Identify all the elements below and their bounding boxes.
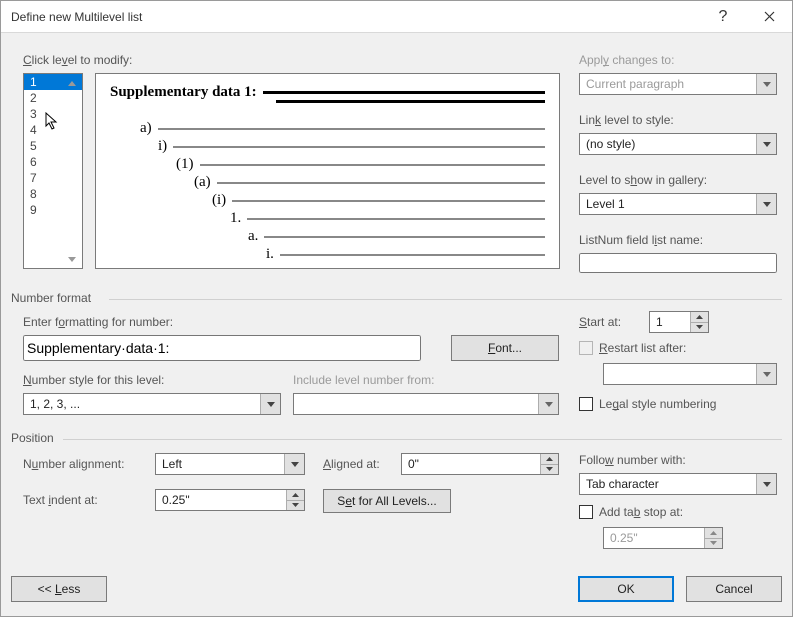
spin-down-icon: [287, 501, 304, 511]
number-align-label: Number alignment:: [23, 457, 124, 471]
follow-combo[interactable]: Tab character: [579, 473, 777, 495]
set-all-levels-button[interactable]: Set for All Levels...: [323, 489, 451, 513]
level-item-6[interactable]: 6: [24, 154, 82, 170]
level-item-9[interactable]: 9: [24, 202, 82, 218]
preview-l3: i): [158, 138, 167, 155]
formatting-input[interactable]: [23, 335, 421, 361]
level-item-2[interactable]: 2: [24, 90, 82, 106]
preview-l8: a.: [248, 228, 258, 245]
close-button[interactable]: [746, 1, 792, 33]
level-item-8[interactable]: 8: [24, 186, 82, 202]
start-at-label: Start at:: [579, 315, 621, 329]
show-gallery-label: Level to show in gallery:: [579, 173, 707, 187]
level-item-3[interactable]: 3: [24, 106, 82, 122]
restart-checkbox: Restart list after:: [579, 341, 686, 355]
chevron-down-icon[interactable]: [284, 454, 304, 474]
preview-l6: (i): [212, 192, 226, 209]
spin-up-icon: [691, 312, 708, 323]
follow-label: Follow number with:: [579, 453, 686, 467]
include-level-combo: [293, 393, 559, 415]
preview-panel: Supplementary data 1: a) i) (1) (a) (i) …: [95, 73, 560, 269]
click-level-label: Click level to modify:: [23, 53, 132, 67]
font-button[interactable]: Font...: [451, 335, 559, 361]
spin-up-icon: [541, 454, 558, 465]
chevron-down-icon[interactable]: [260, 394, 280, 414]
spin-down-icon: [705, 539, 722, 549]
legal-checkbox[interactable]: Legal style numbering: [579, 397, 716, 411]
include-level-label: Include level number from:: [293, 373, 434, 387]
preview-l7: 1.: [230, 210, 241, 227]
preview-l5: (a): [194, 174, 211, 191]
chevron-down-icon: [538, 394, 558, 414]
chevron-down-icon: [756, 74, 776, 94]
checkbox-icon: [579, 397, 593, 411]
aligned-at-label: Aligned at:: [323, 457, 380, 471]
add-tab-spin: 0.25": [603, 527, 723, 549]
chevron-down-icon[interactable]: [756, 194, 776, 214]
restart-combo: [603, 363, 777, 385]
level-item-5[interactable]: 5: [24, 138, 82, 154]
number-align-combo[interactable]: Left: [155, 453, 305, 475]
spin-up-icon: [287, 490, 304, 501]
preview-l1: Supplementary data 1:: [110, 84, 257, 101]
position-section: Position: [11, 431, 54, 445]
link-level-combo[interactable]: (no style): [579, 133, 777, 155]
close-icon: [764, 11, 775, 22]
preview-l4: (1): [176, 156, 194, 173]
spin-down-icon: [541, 465, 558, 475]
listnum-label: ListNum field list name:: [579, 233, 703, 247]
level-item-7[interactable]: 7: [24, 170, 82, 186]
listnum-input[interactable]: [579, 253, 777, 273]
level-listbox[interactable]: 1 2 3 4 5 6 7 8 9: [23, 73, 83, 269]
help-button[interactable]: ?: [700, 1, 746, 33]
scroll-down-icon[interactable]: [63, 251, 81, 267]
aligned-at-spin[interactable]: 0": [401, 453, 559, 475]
start-at-spin[interactable]: 1: [649, 311, 709, 333]
dialog: Define new Multilevel list ? Click level…: [0, 0, 793, 617]
link-level-label: Link level to style:: [579, 113, 674, 127]
level-item-4[interactable]: 4: [24, 122, 82, 138]
text-indent-spin[interactable]: 0.25": [155, 489, 305, 511]
preview-l2: a): [140, 120, 152, 137]
window-title: Define new Multilevel list: [11, 10, 700, 24]
apply-changes-combo: Current paragraph: [579, 73, 777, 95]
text-indent-label: Text indent at:: [23, 493, 98, 507]
cancel-button[interactable]: Cancel: [686, 576, 782, 602]
checkbox-icon: [579, 341, 593, 355]
checkbox-icon: [579, 505, 593, 519]
show-gallery-combo[interactable]: Level 1: [579, 193, 777, 215]
less-button[interactable]: << Less: [11, 576, 107, 602]
apply-changes-label: Apply changes to:: [579, 53, 674, 67]
chevron-down-icon: [756, 364, 776, 384]
number-style-combo[interactable]: 1, 2, 3, ...: [23, 393, 281, 415]
chevron-down-icon[interactable]: [756, 134, 776, 154]
enter-formatting-label: Enter formatting for number:: [23, 315, 173, 329]
number-format-section: Number format: [11, 291, 91, 305]
preview-l9: i.: [266, 246, 274, 263]
titlebar: Define new Multilevel list ?: [1, 1, 792, 33]
spin-down-icon: [691, 323, 708, 333]
add-tab-checkbox[interactable]: Add tab stop at:: [579, 505, 683, 519]
scroll-up-icon[interactable]: [63, 75, 81, 91]
number-style-label: Number style for this level:: [23, 373, 164, 387]
chevron-down-icon[interactable]: [756, 474, 776, 494]
ok-button[interactable]: OK: [578, 576, 674, 602]
spin-up-icon: [705, 528, 722, 539]
